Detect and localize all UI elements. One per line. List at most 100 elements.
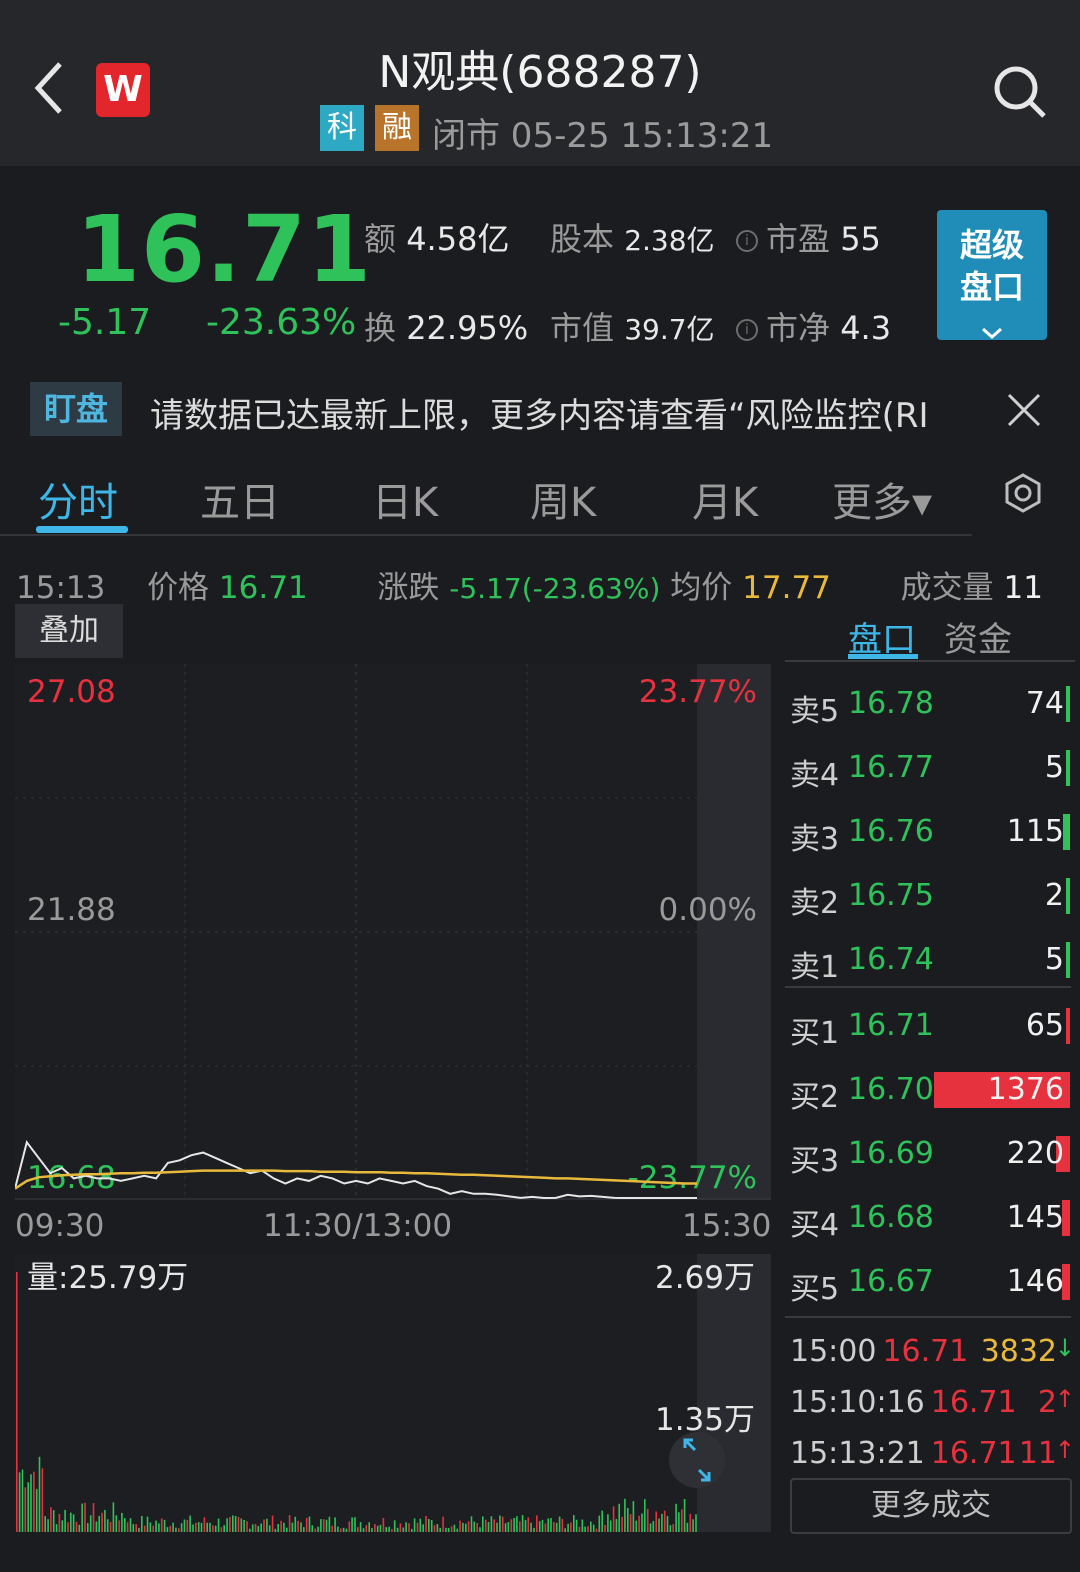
settings-icon[interactable]	[1003, 473, 1043, 513]
volume-bar	[89, 1515, 92, 1532]
volume-chart[interactable]: 量:25.79万 2.69万 1.35万	[15, 1254, 771, 1532]
volume-bar	[325, 1519, 328, 1532]
trade-row: 15:10:16 16.71 2 ↑	[790, 1385, 1075, 1420]
ask-row[interactable]: 卖5 16.78 74	[790, 668, 1070, 732]
tab-more[interactable]: 更多▾	[832, 470, 932, 528]
super-orderbook-button[interactable]: 超级 盘口	[937, 210, 1047, 340]
volume-bar	[106, 1519, 109, 1532]
bid-row[interactable]: 买1 16.71 65	[790, 990, 1070, 1054]
pe-label: 市盈	[766, 220, 831, 258]
info-icon[interactable]: i	[736, 319, 758, 341]
tab-intraday[interactable]: 分时	[38, 470, 118, 528]
volume-bar	[183, 1519, 186, 1532]
bid-row[interactable]: 买2 16.70 1376	[790, 1054, 1070, 1118]
pb-label: 市净	[766, 309, 831, 347]
volume-bar	[342, 1527, 345, 1532]
volume-bar	[197, 1522, 200, 1532]
tab-capital-flow[interactable]: 资金	[944, 612, 1012, 661]
ask-row[interactable]: 卖2 16.75 2	[790, 860, 1070, 924]
level-price: 16.78	[848, 686, 934, 721]
volume-bar	[649, 1523, 652, 1532]
tab-daily-k[interactable]: 日K	[372, 470, 438, 528]
volume-bar	[658, 1518, 660, 1532]
tab-active-indicator	[36, 526, 128, 533]
tab-five-day[interactable]: 五日	[200, 470, 280, 528]
turnover-value: 22.95%	[406, 309, 529, 347]
volume-bar	[678, 1512, 680, 1532]
volume-bar	[541, 1519, 544, 1532]
info-price-label: 价格	[147, 570, 210, 606]
volume-bar	[484, 1519, 487, 1532]
volume-bar	[67, 1522, 69, 1532]
ticker-text[interactable]: 请数据已达最新上限，更多内容请查看“风险监控(RI	[150, 388, 970, 437]
volume-bar	[558, 1516, 561, 1532]
volume-bar	[126, 1522, 129, 1532]
level-price: 16.67	[848, 1264, 934, 1299]
volume-bar	[371, 1528, 373, 1532]
volume-bar	[519, 1521, 521, 1532]
volume-bar	[379, 1524, 382, 1532]
volume-bar	[575, 1519, 578, 1532]
volume-bar	[601, 1510, 603, 1532]
volume-bar	[436, 1524, 439, 1532]
volume-bar	[598, 1515, 601, 1532]
trade-price: 16.71	[930, 1385, 1017, 1420]
volume-bar	[328, 1516, 331, 1532]
volume-bar	[615, 1519, 618, 1532]
volume-bar	[243, 1520, 245, 1532]
market-cap-label: 市值	[550, 309, 615, 347]
volume-bar	[376, 1525, 379, 1532]
volume-bar	[465, 1523, 467, 1532]
volume-bar	[35, 1488, 38, 1532]
volume-bar	[445, 1527, 447, 1532]
volume-bar	[536, 1515, 538, 1532]
close-icon[interactable]	[1006, 392, 1042, 428]
level-volume: 5	[1044, 750, 1064, 785]
level-volume: 220	[1006, 1136, 1064, 1171]
info-icon[interactable]: i	[736, 230, 758, 252]
volume-bar	[482, 1516, 484, 1532]
volume-bar	[695, 1514, 697, 1532]
bid-row[interactable]: 买5 16.67 146	[790, 1246, 1070, 1310]
ask-row[interactable]: 卖4 16.77 5	[790, 732, 1070, 796]
volume-bar	[317, 1526, 319, 1532]
level-volume: 5	[1044, 942, 1064, 977]
volume-bar	[195, 1522, 197, 1532]
volume-bar	[504, 1523, 507, 1532]
more-trades-button[interactable]: 更多成交	[790, 1478, 1072, 1534]
pe-stat[interactable]: i 市盈 55	[736, 214, 881, 260]
trade-time: 15:00	[790, 1334, 877, 1369]
volume-bar	[675, 1503, 677, 1532]
trade-price: 16.71	[882, 1334, 969, 1369]
bid-row[interactable]: 买4 16.68 145	[790, 1182, 1070, 1246]
volume-bar	[422, 1524, 424, 1532]
volume-bar	[229, 1517, 231, 1532]
overlay-button[interactable]: 叠加	[15, 604, 123, 658]
ask-row[interactable]: 卖3 16.76 115	[790, 796, 1070, 860]
search-icon[interactable]	[992, 64, 1048, 120]
watch-tag[interactable]: 盯盘	[30, 382, 122, 436]
pb-stat[interactable]: i 市净 4.3	[736, 303, 891, 349]
volume-level-bar	[1066, 1008, 1070, 1044]
volume-bar	[456, 1528, 459, 1532]
volume-bar	[314, 1528, 316, 1532]
intraday-chart[interactable]: 27.08 23.77% 21.88 0.00% 16.68 -23.77%	[15, 664, 771, 1200]
volume-bar	[496, 1522, 498, 1532]
tab-monthly-k[interactable]: 月K	[692, 470, 758, 528]
tab-weekly-k[interactable]: 周K	[530, 470, 596, 528]
level-volume: 1376	[987, 1072, 1064, 1107]
volume-bar	[359, 1522, 362, 1532]
volume-bar	[121, 1512, 123, 1532]
divider	[0, 534, 972, 536]
volume-bar	[297, 1520, 299, 1532]
volume-bar	[393, 1520, 396, 1532]
volume-bar	[561, 1518, 564, 1532]
volume-bar	[237, 1517, 240, 1532]
bid-row[interactable]: 买3 16.69 220	[790, 1118, 1070, 1182]
ask-row[interactable]: 卖1 16.74 5	[790, 924, 1070, 988]
volume-bar	[388, 1526, 390, 1532]
share-capital-stat: 股本 2.38亿	[550, 214, 715, 260]
volume-bar	[490, 1516, 493, 1532]
volume-bar	[101, 1512, 103, 1532]
volume-bar	[632, 1501, 635, 1532]
